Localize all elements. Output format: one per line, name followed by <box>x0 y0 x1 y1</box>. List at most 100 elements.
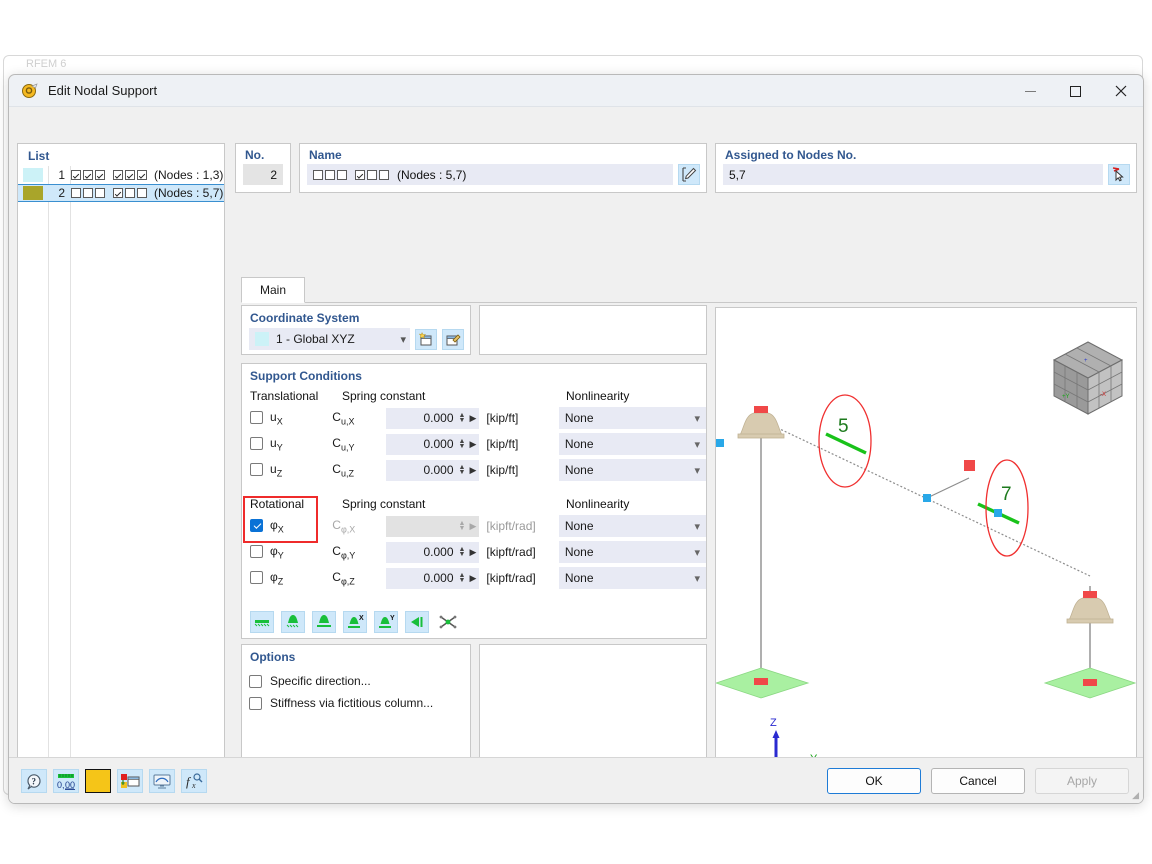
assigned-nodes-input[interactable]: 5,7 <box>723 164 1103 185</box>
option-specific-direction[interactable]: Specific direction... <box>249 670 470 692</box>
footer-action-buttons: OK Cancel Apply <box>827 768 1129 794</box>
spring-constant-phiy-value: 0.000 <box>423 545 454 559</box>
option-fictitious-column[interactable]: Stiffness via fictitious column... <box>249 692 470 714</box>
chevron-down-icon: ▾ <box>400 333 406 346</box>
formula-icon[interactable]: f x <box>181 769 207 793</box>
name-label: Name <box>309 148 342 162</box>
annotation-ellipse-7 <box>985 459 1029 557</box>
color-swatch-icon[interactable] <box>85 769 111 793</box>
support-none-icon[interactable] <box>436 611 460 633</box>
new-coordinate-system-icon[interactable] <box>415 328 437 350</box>
expand-ux-icon[interactable]: ▶ <box>469 413 476 424</box>
checkbox-uy[interactable] <box>250 437 263 451</box>
unit-ux: [kip/ft] <box>486 411 519 425</box>
close-button[interactable] <box>1098 75 1143 107</box>
spring-constant-uz-input[interactable]: 0.000 ▲ ▼ ▶ <box>386 459 480 481</box>
nonlinearity-ux-select[interactable]: None ▾ <box>558 407 706 429</box>
stepper-ux[interactable]: ▲ ▼ <box>459 412 466 424</box>
spring-constant-phiz-value: 0.000 <box>423 571 454 585</box>
spring-constant-phiz-input[interactable]: 0.000 ▲ ▼ ▶ <box>386 567 480 589</box>
help-icon[interactable]: ? <box>21 769 47 793</box>
edit-name-icon[interactable] <box>678 164 700 185</box>
list-item-translational-flags <box>71 170 107 180</box>
checkbox-specific-direction[interactable] <box>249 674 262 688</box>
symbol-cphix: Cφ,X <box>332 517 356 535</box>
resize-grip[interactable]: ◢ <box>1132 790 1139 801</box>
options-title: Options <box>250 650 296 664</box>
nonlinearity-uz-select[interactable]: None ▾ <box>558 459 706 481</box>
tab-main[interactable]: Main <box>241 277 306 303</box>
support-free-icon[interactable] <box>250 611 274 633</box>
list-item[interactable]: 2 (Nodes : 5,7) <box>18 184 224 202</box>
model-viewport[interactable]: +Y -X + Z 5 7 <box>715 307 1137 803</box>
cancel-button[interactable]: Cancel <box>931 768 1025 794</box>
assigned-nodes-label: Assigned to Nodes No. <box>725 148 857 162</box>
chevron-down-icon: ▾ <box>694 412 700 425</box>
spring-constant-uz-value: 0.000 <box>423 463 454 477</box>
symbol-cuy: Cu,Y <box>332 435 355 453</box>
expand-uz-icon[interactable]: ▶ <box>469 465 476 476</box>
nonlinearity-phiy-select[interactable]: None ▾ <box>558 541 706 563</box>
support-hinged-icon[interactable] <box>312 611 336 633</box>
support-hinged-y-icon[interactable]: Y <box>374 611 398 633</box>
spring-constant-phix-input: ▲ ▼ ▶ <box>386 515 480 537</box>
checkbox-uz[interactable] <box>250 463 263 477</box>
ok-button[interactable]: OK <box>827 768 921 794</box>
checkbox-phix[interactable] <box>250 519 263 533</box>
chevron-down-icon: ▾ <box>694 546 700 559</box>
stepper-uy[interactable]: ▲ ▼ <box>459 438 466 450</box>
stepper-uz[interactable]: ▲ ▼ <box>459 464 466 476</box>
symbol-cux: Cu,X <box>332 409 355 427</box>
support-conditions-panel: Support Conditions Translational Spring … <box>241 363 707 639</box>
display-properties-icon[interactable] <box>117 769 143 793</box>
support-sliding-icon[interactable] <box>405 611 429 633</box>
expand-phiz-icon[interactable]: ▶ <box>469 573 476 584</box>
pick-nodes-icon[interactable] <box>1108 164 1130 185</box>
checkbox-phiy[interactable] <box>250 545 263 559</box>
list-item[interactable]: 1 (Nodes : 1,3) <box>18 166 224 184</box>
spring-constant-uy-value: 0.000 <box>423 437 454 451</box>
list-item-rotational-flags <box>113 170 149 180</box>
list-rows: 1 (Nodes : 1,3) 2 (Nodes: 5,7) <box>18 166 224 202</box>
background-window-title: RFEM 6 <box>26 58 67 70</box>
nonlinearity-phiz-select[interactable]: None ▾ <box>558 567 706 589</box>
maximize-button[interactable] <box>1053 75 1098 107</box>
translational-header: Translational <box>250 389 319 403</box>
expand-uy-icon[interactable]: ▶ <box>469 439 476 450</box>
name-input[interactable]: (Nodes : 5,7) <box>307 164 673 185</box>
spring-constant-phiy-input[interactable]: 0.000 ▲ ▼ ▶ <box>386 541 480 563</box>
support-fixed-icon[interactable] <box>281 611 305 633</box>
apply-button[interactable]: Apply <box>1035 768 1129 794</box>
coordinate-system-spacer-panel <box>479 305 707 355</box>
coordinate-system-select[interactable]: 1 - Global XYZ ▾ <box>249 328 410 350</box>
coordinate-system-title: Coordinate System <box>250 311 360 325</box>
support-row-phix: φX Cφ,X ▲ ▼ ▶ [kipft/rad] None ▾ <box>242 513 706 539</box>
spring-constant-ux-input[interactable]: 0.000 ▲ ▼ ▶ <box>386 407 480 429</box>
nonlinearity-phiy-value: None <box>564 545 594 559</box>
support-base-left <box>716 667 810 699</box>
units-icon[interactable]: 0, 00 <box>53 769 79 793</box>
nonlinearity-phix-select[interactable]: None ▾ <box>558 515 706 537</box>
minimize-button[interactable] <box>1008 75 1053 107</box>
stepper-phiz[interactable]: ▲ ▼ <box>459 572 466 584</box>
list-column-divider-1 <box>48 166 49 759</box>
stepper-phiy[interactable]: ▲ ▼ <box>459 546 466 558</box>
unit-uy: [kip/ft] <box>486 437 519 451</box>
visibility-icon[interactable] <box>149 769 175 793</box>
list-item-label: (Nodes : 5,7) <box>154 186 224 200</box>
list-item-color-swatch <box>23 186 43 200</box>
stepper-phix: ▲ ▼ <box>458 520 466 532</box>
nonlinearity-uy-select[interactable]: None ▾ <box>558 433 706 455</box>
svg-text:Z: Z <box>770 717 777 729</box>
edit-coordinate-system-icon[interactable] <box>442 328 464 350</box>
checkbox-phiz[interactable] <box>250 571 263 585</box>
support-hinged-x-icon[interactable]: X <box>343 611 367 633</box>
nonlinearity-phix-value: None <box>564 519 594 533</box>
expand-phiy-icon[interactable]: ▶ <box>469 547 476 558</box>
nonlinearity-ux-value: None <box>564 411 594 425</box>
checkbox-fictitious-column[interactable] <box>249 696 262 710</box>
spring-constant-uy-input[interactable]: 0.000 ▲ ▼ ▶ <box>386 433 480 455</box>
coordinate-system-panel: Coordinate System 1 - Global XYZ ▾ <box>241 305 471 355</box>
rotational-header: Rotational <box>250 497 305 511</box>
checkbox-ux[interactable] <box>250 411 263 425</box>
